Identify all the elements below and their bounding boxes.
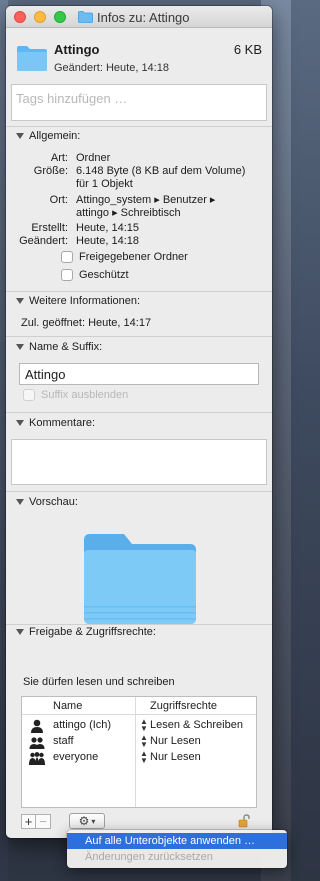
info-value: attingo ▸ Schreibtisch	[76, 207, 181, 219]
section-general-header[interactable]: Allgemein:	[16, 130, 80, 142]
user-icon	[31, 719, 43, 733]
add-user-button[interactable]: +	[21, 813, 36, 829]
info-value: Heute, 14:15	[76, 222, 139, 234]
modified-date: Geändert: Heute, 14:18	[54, 62, 169, 74]
divider	[6, 412, 272, 413]
locked-checkbox[interactable]: Geschützt	[61, 269, 129, 281]
table-header: Name Zugriffsrechte	[22, 697, 256, 715]
checkbox[interactable]	[61, 269, 73, 281]
info-window: Infos zu: Attingo Attingo 6 KB Geändert:…	[6, 6, 272, 838]
group-icon	[29, 737, 45, 749]
stepper-arrows-icon[interactable]: ▲ ▼	[140, 734, 148, 749]
info-value: Attingo_system ▸ Benutzer ▸	[76, 194, 216, 206]
close-button[interactable]	[14, 11, 26, 23]
table-row[interactable]: attingo (Ich) ▲ ▼ Lesen & Schreiben	[22, 718, 256, 734]
permission-select[interactable]: Nur Lesen	[150, 735, 201, 747]
info-value: Ordner	[76, 152, 111, 164]
info-value: für 1 Objekt	[76, 178, 133, 190]
column-header-name[interactable]: Name	[53, 700, 82, 712]
disclosure-triangle-icon[interactable]	[16, 499, 24, 505]
section-title: Vorschau:	[29, 496, 78, 508]
divider	[6, 291, 272, 292]
title-bar[interactable]: Infos zu: Attingo	[6, 6, 272, 28]
info-value: 6.148 Byte (8 KB auf dem Volume)	[76, 165, 246, 177]
zoom-button[interactable]	[54, 11, 66, 23]
column-header-permissions[interactable]: Zugriffsrechte	[150, 700, 217, 712]
section-sharing-header[interactable]: Freigabe & Zugriffsrechte:	[16, 626, 156, 638]
section-title: Freigabe & Zugriffsrechte:	[29, 626, 156, 638]
chevron-down-icon: ▾	[91, 816, 96, 826]
info-label: Größe:	[33, 165, 68, 177]
user-name: staff	[53, 735, 74, 747]
permission-select[interactable]: Lesen & Schreiben	[150, 719, 243, 731]
table-row[interactable]: staff ▲ ▼ Nur Lesen	[22, 734, 256, 750]
shared-folder-checkbox[interactable]: Freigegebener Ordner	[61, 251, 188, 263]
remove-user-button[interactable]: −	[36, 813, 51, 829]
unlocked-lock-icon[interactable]	[238, 814, 251, 828]
checkbox[interactable]	[61, 251, 73, 263]
divider	[6, 624, 272, 625]
folder-icon	[78, 11, 93, 23]
disclosure-triangle-icon[interactable]	[16, 133, 24, 139]
info-value: Heute, 14:18	[76, 235, 139, 247]
folder-icon	[17, 46, 47, 71]
stepper-arrows-icon[interactable]: ▲ ▼	[140, 718, 148, 733]
checkbox-label: Freigegebener Ordner	[79, 251, 188, 263]
checkbox-label: Suffix ausblenden	[41, 389, 129, 401]
folder-preview-icon	[84, 534, 196, 624]
checkbox-label: Geschützt	[79, 269, 129, 281]
section-title: Allgemein:	[29, 130, 81, 142]
divider	[6, 126, 272, 127]
sharing-info: Sie dürfen lesen und schreiben	[23, 676, 175, 688]
disclosure-triangle-icon[interactable]	[16, 344, 24, 350]
name-field[interactable]: Attingo	[19, 363, 259, 385]
checkbox[interactable]	[23, 389, 35, 401]
last-opened: Zul. geöffnet: Heute, 14:17	[21, 317, 152, 329]
permission-select[interactable]: Nur Lesen	[150, 751, 201, 763]
section-name-header[interactable]: Name & Suffix:	[16, 341, 102, 353]
disclosure-triangle-icon[interactable]	[16, 420, 24, 426]
section-title: Kommentare:	[29, 417, 96, 429]
section-title: Weitere Informationen:	[29, 295, 141, 307]
window-title: Infos zu: Attingo	[97, 9, 190, 25]
file-size: 6 KB	[233, 42, 262, 57]
divider	[6, 336, 272, 337]
hide-extension-checkbox[interactable]: Suffix ausblenden	[23, 389, 128, 401]
action-menu-button[interactable]: ⚙ ▾	[69, 813, 105, 829]
info-label: Art:	[50, 152, 68, 164]
section-preview-header[interactable]: Vorschau:	[16, 496, 78, 508]
stepper-arrows-icon[interactable]: ▲ ▼	[140, 750, 148, 765]
file-name: Attingo	[54, 42, 100, 57]
section-comments-header[interactable]: Kommentare:	[16, 417, 95, 429]
gear-icon: ⚙	[78, 814, 90, 828]
menu-item-apply-to-enclosed[interactable]: Auf alle Unterobjekte anwenden …	[67, 833, 287, 849]
info-label: Ort:	[49, 194, 68, 206]
user-name: attingo (Ich)	[53, 719, 112, 731]
comments-field[interactable]	[11, 439, 267, 485]
info-label: Geändert:	[19, 235, 68, 247]
disclosure-triangle-icon[interactable]	[16, 629, 24, 635]
section-more-info-header[interactable]: Weitere Informationen:	[16, 295, 140, 307]
user-name: everyone	[53, 751, 99, 763]
everyone-icon	[29, 752, 45, 765]
tags-input[interactable]: Tags hinzufügen …	[11, 84, 267, 121]
info-label: Erstellt:	[31, 222, 68, 234]
action-dropdown-menu: Auf alle Unterobjekte anwenden … Änderun…	[67, 830, 287, 868]
menu-item-revert-changes[interactable]: Änderungen zurücksetzen	[67, 849, 287, 865]
divider	[6, 491, 272, 492]
disclosure-triangle-icon[interactable]	[16, 298, 24, 304]
permissions-table: Name Zugriffsrechte attingo (Ich) ▲ ▼ Les…	[21, 696, 257, 808]
table-row[interactable]: everyone ▲ ▼ Nur Lesen	[22, 750, 256, 766]
permissions-toolbar: + − ⚙ ▾	[21, 812, 105, 830]
minimize-button[interactable]	[34, 11, 46, 23]
section-title: Name & Suffix:	[29, 341, 103, 353]
